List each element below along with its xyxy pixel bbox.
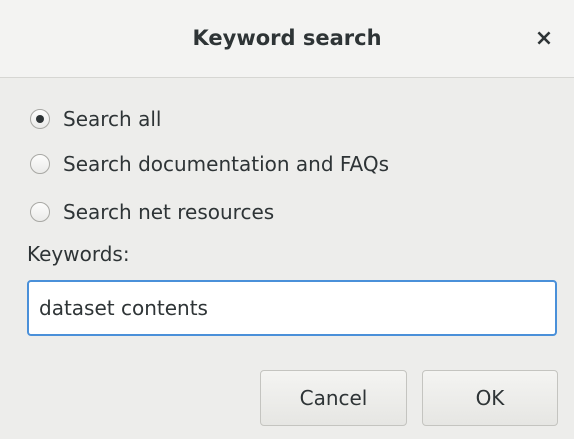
cancel-button[interactable]: Cancel	[260, 370, 407, 426]
radio-selected-icon[interactable]	[30, 109, 50, 129]
radio-label-search-net-resources: Search net resources	[63, 200, 275, 224]
dialog-title: Keyword search	[192, 26, 382, 50]
radio-search-all[interactable]: Search all	[30, 104, 161, 134]
radio-search-documentation[interactable]: Search documentation and FAQs	[30, 149, 389, 179]
close-icon[interactable]: ×	[532, 26, 556, 51]
keywords-input[interactable]	[27, 280, 557, 336]
keyword-search-dialog: Keyword search × Search all Search docum…	[0, 0, 574, 439]
radio-label-search-all: Search all	[63, 107, 162, 131]
radio-unselected-icon[interactable]	[30, 154, 50, 174]
dialog-titlebar: Keyword search ×	[0, 0, 574, 78]
radio-label-search-documentation: Search documentation and FAQs	[63, 152, 390, 176]
keywords-label: Keywords:	[27, 242, 130, 266]
ok-button[interactable]: OK	[422, 370, 558, 426]
radio-search-net-resources[interactable]: Search net resources	[30, 197, 274, 227]
radio-unselected-icon[interactable]	[30, 202, 50, 222]
